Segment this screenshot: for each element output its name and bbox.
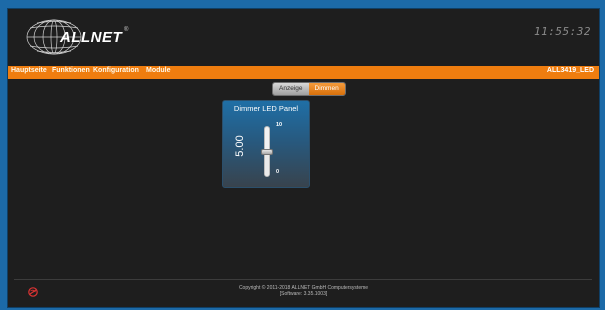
- allnet-logo[interactable]: ALLNET ®: [24, 15, 144, 59]
- main-navigation: Hauptseite Funktionen Konfiguration Modu…: [8, 66, 599, 79]
- dimmer-value: 5.00: [234, 135, 246, 157]
- nav-item-funktionen[interactable]: Funktionen: [52, 67, 90, 74]
- brand-name: ALLNET: [60, 29, 123, 46]
- view-tabs: Anzeige Dimmen: [272, 82, 346, 96]
- footer-copyright: Copyright © 2011-2018 ALLNET GmbH Comput…: [8, 285, 599, 297]
- footer-divider: [14, 279, 592, 280]
- slider-min-label: 0: [276, 169, 280, 175]
- registered-mark: ®: [124, 27, 129, 33]
- device-name: ALL3419_LED: [546, 67, 594, 74]
- clock: 11:55:32: [534, 25, 591, 38]
- nav-item-hauptseite[interactable]: Hauptseite: [11, 67, 47, 74]
- tab-dimmen[interactable]: Dimmen: [308, 83, 345, 95]
- app-frame: ALLNET ® 11:55:32 Hauptseite Funktionen …: [7, 8, 600, 308]
- header: ALLNET ® 11:55:32: [8, 9, 599, 66]
- dimmer-slider-handle[interactable]: [261, 148, 273, 155]
- tab-anzeige[interactable]: Anzeige: [273, 83, 309, 95]
- dimmer-panel: Dimmer LED Panel 5.00 10 0: [222, 100, 310, 188]
- slider-max-label: 10: [276, 122, 283, 128]
- software-version: [Software: 3.35.1003]: [279, 291, 328, 297]
- panel-title: Dimmer LED Panel: [233, 104, 299, 113]
- nav-item-module[interactable]: Module: [146, 67, 171, 74]
- nav-item-konfiguration[interactable]: Konfiguration: [93, 67, 139, 74]
- dimmer-slider-fill: [265, 151, 269, 176]
